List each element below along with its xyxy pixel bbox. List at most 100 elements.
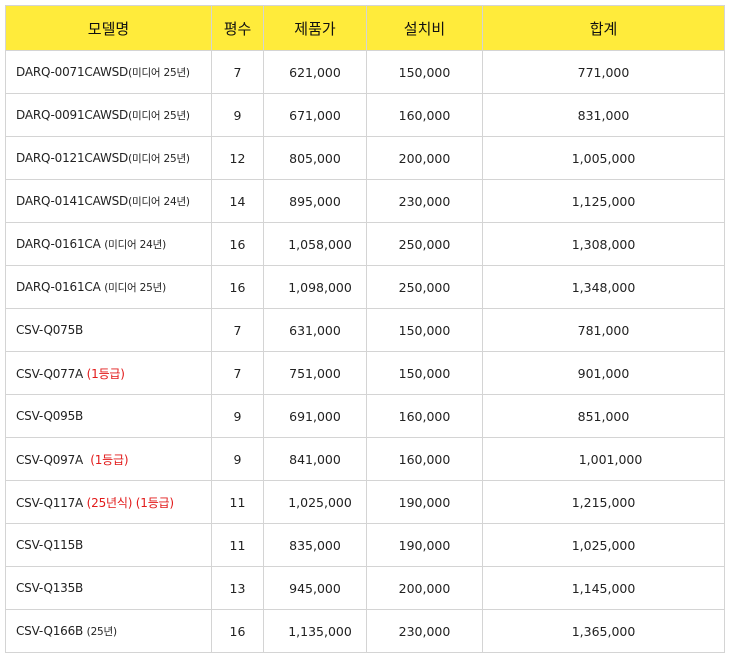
price-cell: 691,000 [263,394,367,438]
model-name: CSV-Q075B [16,323,84,337]
table-row: DARQ-0161CA (미디어 25년) 16 1,098,000 250,000 1… [5,265,725,309]
total-cell: 1,005,000 [482,136,725,180]
model-cell: CSV-Q135B [5,566,212,610]
model-name: DARQ-0141CAWSD [16,193,129,208]
price-cell: 805,000 [263,136,367,180]
total-cell: 1,125,000 [482,179,725,223]
total-cell: 1,308,000 [482,222,725,266]
model-name: CSV-Q077A [16,366,87,381]
model-note: (1등급) [86,366,125,381]
model-note: (25년) [86,625,117,638]
model-cell: DARQ-0161CA (미디어 25년) [5,265,212,309]
model-name: DARQ-0071CAWSD [16,64,129,79]
install-cell: 150,000 [366,308,483,352]
size-cell: 9 [211,437,264,481]
total-cell: 851,000 [482,394,725,438]
model-cell: DARQ-0091CAWSD(미디어 25년) [5,93,212,137]
model-cell: CSV-Q097A (1등급) [5,437,212,481]
size-cell: 14 [211,179,264,223]
model-cell: CSV-Q077A (1등급) [5,351,212,395]
size-cell: 13 [211,566,264,610]
install-cell: 230,000 [366,179,483,223]
table-row: CSV-Q075B 7 631,000 150,000 781,000 [5,308,725,352]
model-note: (미디어 25년) [128,66,190,79]
total-cell: 1,145,000 [482,566,725,610]
model-name: CSV-Q166B [16,623,87,638]
install-cell: 150,000 [366,351,483,395]
price-cell: 631,000 [263,308,367,352]
install-cell: 230,000 [366,609,483,653]
price-cell: 1,135,000 [263,609,367,653]
table-row: CSV-Q135B 13 945,000 200,000 1,145,000 [5,566,725,610]
table-row: DARQ-0121CAWSD(미디어 25년) 12 805,000 200,000 1… [5,136,725,180]
table-row: CSV-Q097A (1등급) 9 841,000 160,000 1,001,000 [5,437,725,481]
install-cell: 190,000 [366,480,483,524]
price-cell: 1,098,000 [263,265,367,309]
header-row: 모델명 평수 제품가 설치비 합계 [5,5,725,51]
model-note: (미디어 25년) [128,109,190,122]
model-cell: CSV-Q115B [5,523,212,567]
model-cell: DARQ-0141CAWSD(미디어 24년) [5,179,212,223]
header-install: 설치비 [366,5,483,51]
model-name: DARQ-0121CAWSD [16,150,129,165]
size-cell: 16 [211,609,264,653]
install-cell: 190,000 [366,523,483,567]
model-name: CSV-Q135B [16,581,84,595]
header-model: 모델명 [5,5,212,51]
install-cell: 200,000 [366,566,483,610]
model-name: CSV-Q095B [16,409,84,423]
install-cell: 200,000 [366,136,483,180]
table-row: DARQ-0141CAWSD(미디어 24년) 14 895,000 230,000 1… [5,179,725,223]
install-cell: 160,000 [366,394,483,438]
total-cell: 1,348,000 [482,265,725,309]
table-row: CSV-Q117A (25년식) (1등급) 11 1,025,000 190,000… [5,480,725,524]
size-cell: 7 [211,351,264,395]
total-cell: 1,215,000 [482,480,725,524]
size-cell: 9 [211,93,264,137]
model-cell: CSV-Q166B (25년) [5,609,212,653]
price-cell: 621,000 [263,50,367,94]
total-cell: 831,000 [482,93,725,137]
total-cell: 781,000 [482,308,725,352]
size-cell: 9 [211,394,264,438]
header-total: 합계 [482,5,725,51]
table-row: CSV-Q115B 11 835,000 190,000 1,025,000 [5,523,725,567]
model-name: DARQ-0091CAWSD [16,107,129,122]
model-note: (25년식) (1등급) [86,495,174,510]
price-cell: 895,000 [263,179,367,223]
price-cell: 835,000 [263,523,367,567]
price-cell: 1,058,000 [263,222,367,266]
table-row: DARQ-0161CA (미디어 24년) 16 1,058,000 250,000 1… [5,222,725,266]
model-note: (미디어 24년) [128,195,190,208]
install-cell: 150,000 [366,50,483,94]
size-cell: 11 [211,480,264,524]
model-cell: DARQ-0161CA (미디어 24년) [5,222,212,266]
model-name: CSV-Q097A [16,452,91,467]
price-cell: 841,000 [263,437,367,481]
model-note: (미디어 25년) [104,281,166,294]
install-cell: 160,000 [366,437,483,481]
model-cell: DARQ-0071CAWSD(미디어 25년) [5,50,212,94]
model-cell: CSV-Q075B [5,308,212,352]
price-cell: 751,000 [263,351,367,395]
size-cell: 11 [211,523,264,567]
model-note: (1등급) [90,452,129,467]
table-row: CSV-Q166B (25년) 16 1,135,000 230,000 1,365,0… [5,609,725,653]
total-cell: 1,025,000 [482,523,725,567]
size-cell: 7 [211,50,264,94]
model-cell: DARQ-0121CAWSD(미디어 25년) [5,136,212,180]
model-name: DARQ-0161CA [16,236,105,251]
price-cell: 1,025,000 [263,480,367,524]
model-cell: CSV-Q117A (25년식) (1등급) [5,480,212,524]
size-cell: 7 [211,308,264,352]
total-cell: 1,001,000 [482,437,725,481]
total-cell: 1,365,000 [482,609,725,653]
model-note: (미디어 25년) [128,152,190,165]
table-row: CSV-Q095B 9 691,000 160,000 851,000 [5,394,725,438]
model-cell: CSV-Q095B [5,394,212,438]
size-cell: 16 [211,265,264,309]
table-row: DARQ-0091CAWSD(미디어 25년) 9 671,000 160,000 83… [5,93,725,137]
model-name: DARQ-0161CA [16,279,105,294]
price-cell: 945,000 [263,566,367,610]
header-price: 제품가 [263,5,367,51]
